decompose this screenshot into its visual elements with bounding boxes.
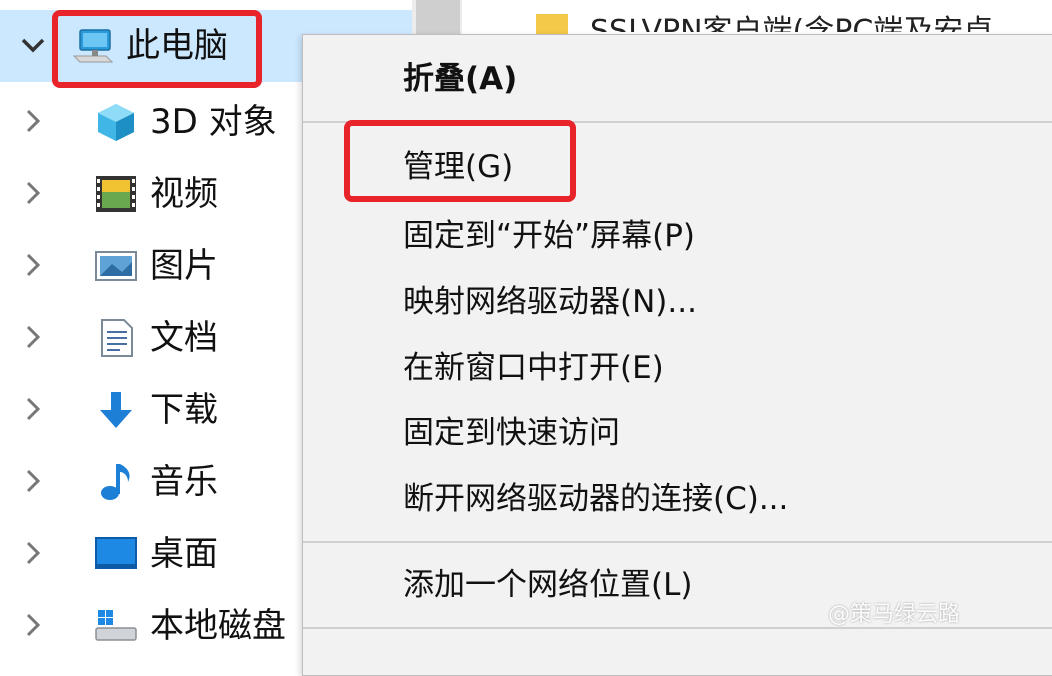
desktop-icon [95,537,137,569]
menu-item-collapse[interactable]: 折叠(A) [403,59,517,99]
chevron-right-icon[interactable] [20,396,46,422]
local-disk-icon [95,610,137,641]
chevron-right-icon[interactable] [20,324,46,350]
menu-item-pin-quick-access[interactable]: 固定到快速访问 [403,413,620,453]
nav-item-label: 3D 对象 [150,102,277,142]
nav-item-label: 视频 [150,174,218,214]
highlight-box-this-pc [52,10,262,88]
chevron-right-icon[interactable] [20,252,46,278]
menu-item-map-network-drive[interactable]: 映射网络驱动器(N)... [403,282,697,322]
menu-separator [303,541,1052,543]
menu-item-add-network-location[interactable]: 添加一个网络位置(L) [403,565,692,605]
highlight-box-manage [344,120,576,202]
chevron-right-icon[interactable] [20,612,46,638]
chevron-down-icon[interactable] [20,32,46,58]
content-item-label[interactable]: SSLVPN客户端(含PC端及安卓 [590,10,1050,32]
nav-item-label: 下载 [150,390,218,430]
download-icon [100,392,132,428]
nav-item-label: 桌面 [150,534,218,574]
watermark: @策马绿云路 [828,602,961,627]
video-icon [96,176,136,212]
nav-item-label: 本地磁盘 [150,606,286,646]
3d-objects-icon [98,104,134,141]
nav-item-label: 文档 [150,318,218,358]
chevron-right-icon[interactable] [20,108,46,134]
nav-item-label: 图片 [150,246,218,286]
documents-icon [101,319,133,357]
pictures-icon [95,251,137,281]
menu-item-pin-to-start[interactable]: 固定到“开始”屏幕(P) [403,216,695,256]
music-icon [101,464,130,500]
menu-item-disconnect-network-drive[interactable]: 断开网络驱动器的连接(C)... [403,479,788,519]
folder-icon [536,14,568,36]
chevron-right-icon[interactable] [20,468,46,494]
chevron-right-icon[interactable] [20,540,46,566]
menu-item-open-new-window[interactable]: 在新窗口中打开(E) [403,348,664,388]
chevron-right-icon[interactable] [20,180,46,206]
nav-item-label: 音乐 [150,462,218,502]
